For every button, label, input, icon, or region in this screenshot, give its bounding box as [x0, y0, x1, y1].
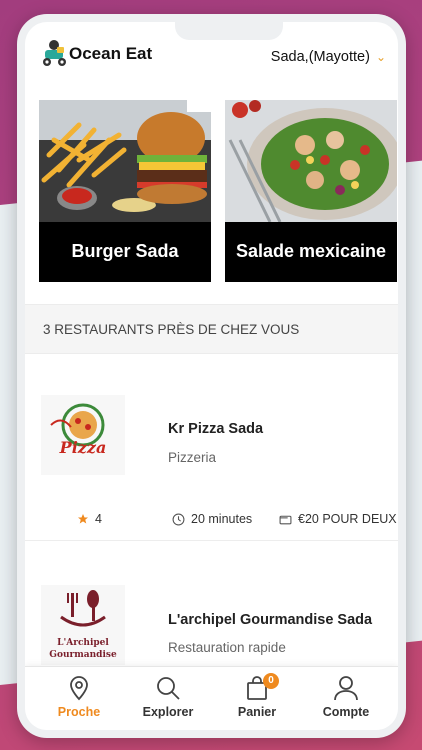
promo-label: Salade mexicaine [225, 222, 397, 282]
price-value: €20 POUR DEUX [298, 512, 397, 526]
archipel-logo-text-1: L'Archipel [57, 638, 109, 648]
archipel-logo-text-2: Gourmandise [49, 650, 117, 660]
user-icon [334, 676, 358, 701]
promo-carousel: Burger Sada Salade mexicaine [25, 94, 398, 309]
location-pin-icon [70, 676, 88, 701]
wallet-icon [279, 515, 292, 524]
delivery-time: 20 minutes [172, 512, 252, 526]
promo-card-burger[interactable]: Burger Sada [39, 100, 211, 282]
phone-notch [175, 22, 283, 40]
section-title: 3 RESTAURANTS PRÈS DE CHEZ VOUS [43, 322, 300, 337]
nav-label: Proche [57, 705, 101, 719]
app-title: Ocean Eat [69, 44, 153, 63]
phone-frame: Ocean Eat Sada,(Mayotte) ⌄ Burger Sada S… [17, 14, 406, 738]
nav-label: Panier [237, 705, 277, 719]
rating-value: 4 [95, 512, 102, 526]
app-screen: Ocean Eat Sada,(Mayotte) ⌄ Burger Sada S… [25, 22, 398, 730]
nav-label: Compte [322, 705, 370, 719]
restaurant-logo-archipel: L'Archipel Gourmandise [41, 585, 125, 665]
scooter-logo-icon [43, 40, 66, 66]
location-selector[interactable]: Sada,(Mayotte) ⌄ [271, 49, 386, 65]
location-label: Sada,(Mayotte) [270, 49, 370, 65]
delivery-time-value: 20 minutes [191, 512, 253, 526]
restaurant-card[interactable]: L'Archipel Gourmandise L'archipel Gourma… [25, 541, 398, 666]
restaurant-logo-pizza: Pizza [41, 395, 125, 475]
clock-icon [172, 513, 185, 525]
section-header: 3 RESTAURANTS PRÈS DE CHEZ VOUS [25, 304, 398, 354]
restaurant-category: Pizzeria [168, 450, 217, 465]
nav-label: Explorer [142, 705, 194, 719]
promo-card-salad[interactable]: Salade mexicaine [225, 100, 397, 282]
nav-item-proche[interactable]: Proche [39, 675, 119, 719]
nav-item-explorer[interactable]: Explorer [128, 675, 208, 719]
chevron-down-icon: ⌄ [375, 50, 386, 64]
salad-image [225, 100, 397, 222]
bottom-nav: Proche Explorer 0 Panier Compte [25, 666, 398, 730]
burger-fries-image [39, 100, 211, 222]
nav-item-compte[interactable]: Compte [306, 675, 386, 719]
rating: 4 [77, 512, 102, 526]
cart-badge: 0 [263, 673, 279, 689]
nav-item-panier[interactable]: 0 Panier [217, 673, 297, 719]
restaurant-name: Kr Pizza Sada [168, 421, 264, 437]
restaurant-card[interactable]: Pizza Kr Pizza Sada Pizzeria 4 20 minute… [25, 355, 398, 535]
pizza-logo-text: Pizza [59, 438, 107, 457]
restaurant-name: L'archipel Gourmandise Sada [168, 612, 373, 628]
restaurant-category: Restauration rapide [168, 640, 286, 655]
search-icon [157, 677, 180, 700]
promo-label: Burger Sada [39, 222, 211, 282]
price: €20 POUR DEUX [279, 512, 397, 526]
star-icon [78, 514, 88, 524]
